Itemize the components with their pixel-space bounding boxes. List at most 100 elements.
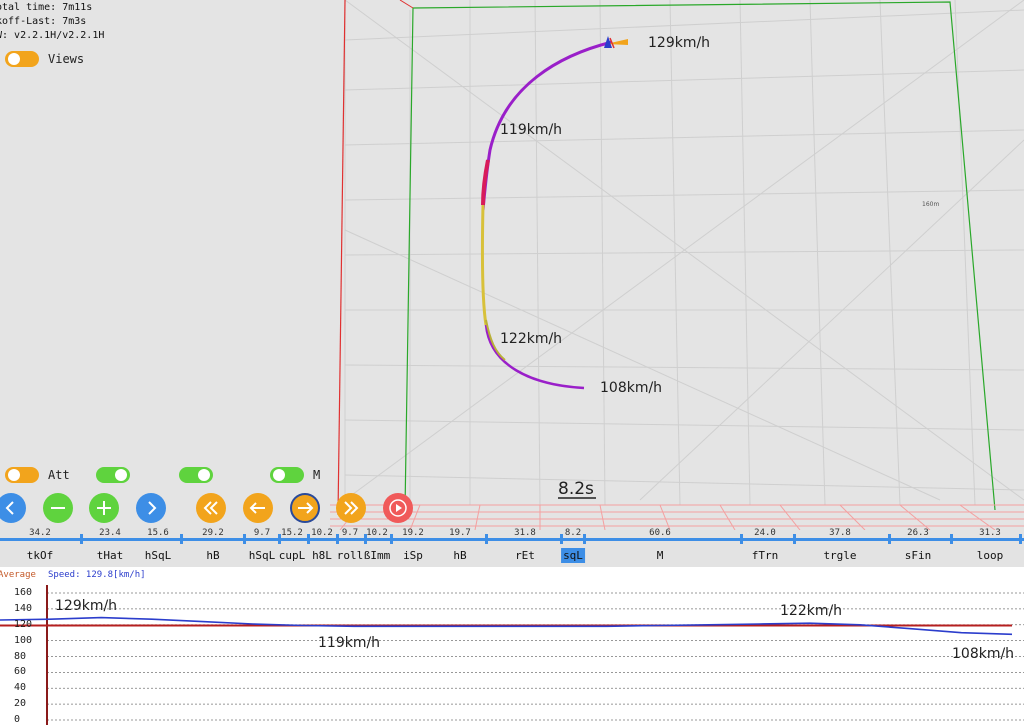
timeline-segment-cupl[interactable]: cupL (277, 548, 308, 563)
m-toggle[interactable] (270, 467, 304, 483)
step-back-button[interactable] (243, 493, 273, 523)
green-toggle-2[interactable] (179, 467, 213, 483)
timeline-segment-sql[interactable]: sqL (561, 548, 585, 563)
timeline-segment-loop[interactable]: loop (975, 548, 1006, 563)
timeline-tick (740, 534, 743, 544)
segment-time: 37.8 (829, 528, 851, 538)
segment-time: 19.2 (402, 528, 424, 538)
toggle-knob (273, 469, 285, 481)
segment-time: 10.2 (311, 528, 333, 538)
segment-time: 15.6 (147, 528, 169, 538)
zoom-in-button[interactable] (89, 493, 119, 523)
timeline-segment-hb[interactable]: hB (204, 548, 221, 563)
segment-time: 24.0 (754, 528, 776, 538)
y-tick-label: 40 (14, 682, 27, 694)
segment-time: 9.7 (341, 528, 359, 538)
rewind-button[interactable] (196, 493, 226, 523)
takeoff-last-text: koff-Last: 7m3s (0, 16, 87, 27)
timeline-segment-ret[interactable]: rEt (513, 548, 537, 563)
scene-background (0, 0, 1024, 530)
segment-time: 29.2 (202, 528, 224, 538)
double-chevron-left-icon (203, 501, 218, 515)
att-label: Att (48, 468, 70, 482)
speed-label-low: 122km/h (500, 331, 562, 347)
y-tick-label: 160 (14, 587, 33, 598)
toggle-knob (198, 469, 210, 481)
prev-view-button[interactable] (0, 493, 26, 523)
timeline-tick (583, 534, 586, 544)
toggle-knob (8, 469, 20, 481)
timeline-segment-ftrn[interactable]: fTrn (750, 548, 781, 563)
play-icon (389, 499, 407, 517)
plus-icon (97, 501, 111, 515)
y-tick-label: 0 (14, 714, 21, 725)
current-time-label: 8.2s (558, 479, 594, 499)
timeline-segment-trgle[interactable]: trgle (821, 548, 858, 563)
flight-3d-view[interactable]: 160m 129km/h 119km/h 122km/h 108km/h 8.2… (0, 0, 1024, 530)
timeline-tick (950, 534, 953, 544)
y-tick-label: 140 (14, 602, 33, 614)
timeline-tick (278, 534, 281, 544)
legend-average: Average (0, 570, 36, 580)
segment-time: 31.3 (979, 528, 1001, 538)
arrow-left-icon (249, 502, 265, 514)
speed-label-top: 129km/h (648, 35, 710, 51)
toggle-knob (115, 469, 127, 481)
graph-label-129: 129km/h (55, 598, 117, 614)
legend-speed: Speed: 129.8[km/h] (48, 570, 146, 580)
timeline-tick (180, 534, 183, 544)
green-toggle-1[interactable] (96, 467, 130, 483)
next-view-button[interactable] (136, 493, 166, 523)
timeline-tick (243, 534, 246, 544)
graph-label-122: 122km/h (780, 603, 842, 619)
views-label: Views (48, 52, 85, 66)
arrow-right-icon (298, 502, 314, 514)
toggle-knob (8, 53, 20, 65)
timeline-segment-isp[interactable]: iSp (401, 548, 425, 563)
timeline-tick (560, 534, 563, 544)
timeline-segment-sfin[interactable]: sFin (903, 548, 934, 563)
speed-label-end: 108km/h (600, 380, 662, 396)
graph-label-119: 119km/h (318, 635, 380, 651)
chevron-right-icon (148, 501, 157, 515)
segment-time: 9.7 (253, 528, 271, 538)
grid-distance-label: 160m (922, 201, 939, 208)
timeline-tick (390, 534, 393, 544)
views-toggle[interactable] (5, 51, 39, 67)
y-tick-label: 120 (14, 618, 33, 630)
segment-time: 10.2 (366, 528, 388, 538)
speed-graph: 129km/h 119km/h 122km/h 108km/h (0, 567, 1024, 725)
version-text: W: v2.2.1H/v2.2.1H (0, 30, 105, 41)
timeline-segment-hsql[interactable]: hSqL (247, 548, 278, 563)
timeline-segment-hsql[interactable]: hSqL (143, 548, 174, 563)
segment-time: 19.7 (449, 528, 471, 538)
total-time-text: otal time: 7m11s (0, 2, 93, 13)
chevron-left-icon (5, 501, 14, 515)
timeline-segment-hb[interactable]: hB (451, 548, 468, 563)
att-toggle[interactable] (5, 467, 39, 483)
timeline-bar[interactable] (0, 538, 1024, 541)
speed-label-mid: 119km/h (500, 122, 562, 138)
play-button[interactable] (383, 493, 413, 523)
graph-label-108: 108km/h (952, 646, 1014, 662)
segment-time: 23.4 (99, 528, 121, 538)
timeline-tick (336, 534, 339, 544)
timeline-tick (793, 534, 796, 544)
timeline-tick (364, 534, 367, 544)
timeline-tick (485, 534, 488, 544)
timeline-segment-m[interactable]: M (655, 548, 666, 563)
y-tick-label: 60 (14, 666, 27, 678)
step-forward-button[interactable] (290, 493, 320, 523)
timeline-tick (80, 534, 83, 544)
timeline-segment-h8l[interactable]: h8L (310, 548, 334, 563)
fast-forward-button[interactable] (336, 493, 366, 523)
minus-icon (51, 507, 65, 509)
zoom-out-button[interactable] (43, 493, 73, 523)
segment-time: 15.2 (281, 528, 303, 538)
timeline-segment-tkof[interactable]: tkOf (25, 548, 56, 563)
y-tick-label: 100 (14, 634, 33, 646)
timeline-segment-ßimm[interactable]: ßImm (362, 548, 393, 563)
timeline-segment-that[interactable]: tHat (95, 548, 126, 563)
timeline-segment-roll[interactable]: roll (335, 548, 366, 563)
segment-time: 8.2 (564, 528, 582, 538)
